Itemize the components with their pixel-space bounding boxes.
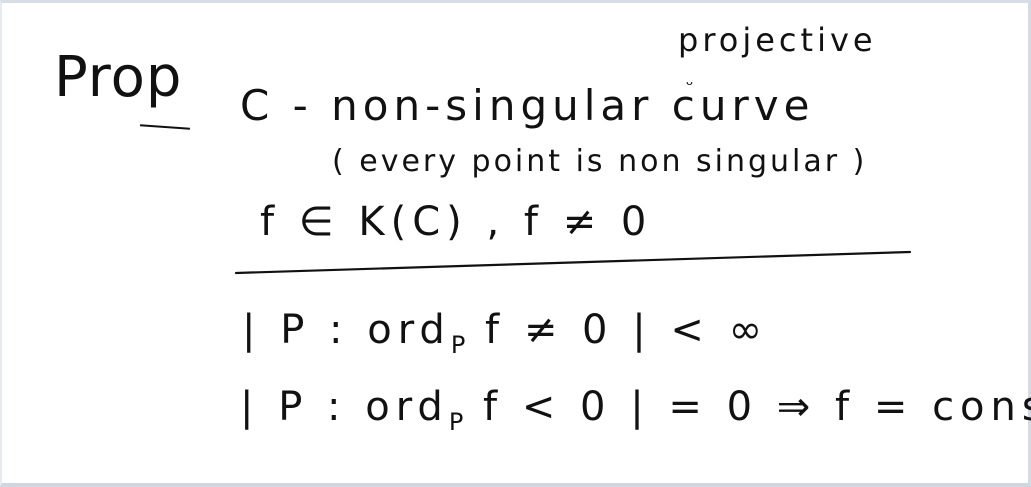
projective-annotation: projective [678, 21, 877, 59]
prop-underline [139, 124, 191, 130]
conclusion-line-constant: | P : ordP f < 0 | = 0 ⇒ f = const [240, 384, 1031, 436]
statement-line-nonsingular-note: ( every point is non singular ) [332, 144, 868, 179]
prop-heading: Prop [54, 45, 183, 110]
conclusion-2-prefix: | P : ord [240, 384, 449, 430]
whiteboard-canvas: Prop projective ᵕ C - non-singular curve… [0, 0, 1031, 487]
conclusion-line-finite: | P : ordP f ≠ 0 | < ∞ [242, 307, 768, 359]
statement-line-function: f ∈ K(C) , f ≠ 0 [260, 199, 653, 245]
conclusion-2-subscript: P [448, 408, 465, 436]
divider-line [234, 250, 912, 275]
conclusion-1-prefix: | P : ord [242, 307, 451, 353]
conclusion-2-suffix: f < 0 | = 0 ⇒ f = const [464, 384, 1031, 430]
conclusion-1-suffix: f ≠ 0 | < ∞ [466, 307, 768, 353]
statement-line-curve: C - non-singular curve [240, 81, 815, 130]
conclusion-1-subscript: P [450, 331, 467, 359]
